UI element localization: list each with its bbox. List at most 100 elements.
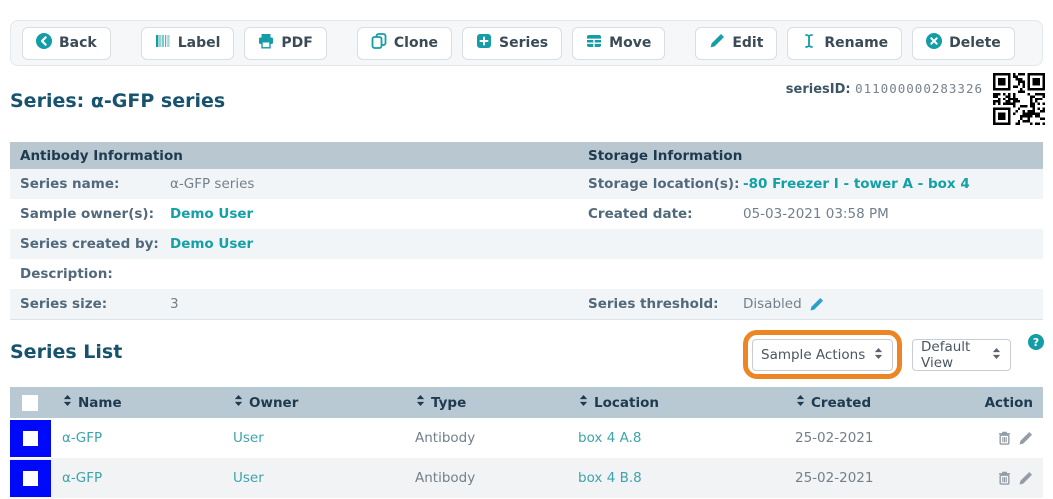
default-view-select[interactable]: Default View	[912, 339, 1011, 371]
clone-button-label: Clone	[394, 35, 438, 51]
trash-icon[interactable]	[997, 470, 1012, 486]
move-button[interactable]: Move	[572, 27, 665, 60]
info-row: Series created by: Demo User	[10, 229, 1043, 259]
sort-icon	[578, 394, 589, 411]
sample-type: Antibody	[408, 430, 571, 446]
column-header-action: Action	[978, 395, 1043, 411]
info-table: Antibody Information Storage Information…	[10, 142, 1043, 320]
rename-button-label: Rename	[824, 35, 888, 51]
sample-name-link[interactable]: α-GFP	[55, 430, 226, 446]
edit-button-label: Edit	[732, 35, 763, 51]
barcode-icon	[155, 33, 171, 53]
series-id-label: seriesID:	[786, 82, 851, 97]
created-date-value: 05-03-2021 03:58 PM	[743, 206, 889, 222]
rename-button[interactable]: Rename	[787, 27, 902, 60]
pdf-button-label: PDF	[281, 35, 312, 51]
series-id-value: 011000000283326	[855, 81, 983, 96]
plus-square-icon	[476, 33, 492, 53]
page-title: Series: α-GFP series	[10, 90, 225, 112]
table-icon	[586, 33, 602, 53]
column-header-owner[interactable]: Owner	[226, 394, 408, 411]
edit-row-icon[interactable]	[1018, 471, 1033, 486]
series-name-label: Series name:	[10, 176, 170, 192]
table-row: α-GFP User Antibody box 4 A.8 25-02-2021	[10, 418, 1043, 458]
info-table-header: Antibody Information Storage Information	[10, 142, 1043, 169]
sort-icon	[795, 394, 806, 411]
trash-icon[interactable]	[997, 430, 1012, 446]
label-button-label: Label	[178, 35, 221, 51]
sample-actions-select[interactable]: Sample Actions	[752, 339, 893, 371]
sample-created-date: 25-02-2021	[788, 430, 978, 446]
sample-name-link[interactable]: α-GFP	[55, 470, 226, 486]
back-button[interactable]: Back	[22, 27, 111, 60]
help-icon[interactable]: ?	[1028, 334, 1044, 350]
series-button-label: Series	[499, 35, 548, 51]
description-label: Description:	[10, 266, 170, 282]
row-checkbox[interactable]	[23, 471, 38, 486]
row-checkbox[interactable]	[23, 431, 38, 446]
series-button[interactable]: Series	[462, 27, 562, 60]
svg-text:?: ?	[1033, 336, 1039, 349]
clone-button[interactable]: Clone	[357, 27, 452, 60]
series-size-value: 3	[170, 296, 179, 312]
delete-button-label: Delete	[949, 35, 1001, 51]
column-header-location[interactable]: Location	[571, 394, 788, 411]
delete-button[interactable]: Delete	[912, 27, 1015, 60]
info-row: Series name: α-GFP series Storage locati…	[10, 169, 1043, 199]
pencil-icon	[709, 33, 725, 53]
move-button-label: Move	[609, 35, 651, 51]
select-all-checkbox[interactable]	[22, 395, 38, 411]
series-threshold-label: Series threshold:	[578, 296, 743, 312]
storage-location-link[interactable]: -80 Freezer I - tower A - box 4	[743, 176, 970, 192]
sample-owners-label: Sample owner(s):	[10, 206, 170, 222]
column-header-name[interactable]: Name	[55, 394, 226, 411]
sample-owner-link[interactable]: User	[226, 470, 408, 486]
column-header-created[interactable]: Created	[788, 394, 978, 411]
default-view-select-value: Default View	[921, 339, 991, 371]
sample-location-link[interactable]: box 4 A.8	[571, 430, 788, 446]
series-threshold-value: Disabled	[743, 296, 802, 312]
row-checkbox-highlight	[10, 460, 51, 497]
created-date-label: Created date:	[578, 206, 743, 222]
series-list-header-row: Name Owner Type Location Created Action	[10, 387, 1043, 418]
sample-owner-link[interactable]: User	[226, 430, 408, 446]
sort-icon	[233, 394, 244, 411]
updown-arrows-icon	[991, 347, 1002, 364]
storage-information-header: Storage Information	[578, 148, 1043, 164]
sort-icon	[62, 394, 73, 411]
sample-owner-link[interactable]: Demo User	[170, 206, 253, 222]
toolbar: Back Label PDF Clone Series Move Edit R	[10, 20, 1043, 66]
series-detail-page: Back Label PDF Clone Series Move Edit R	[0, 0, 1053, 499]
back-circle-icon	[36, 33, 52, 53]
row-checkbox-highlight	[10, 420, 51, 457]
label-button[interactable]: Label	[141, 27, 235, 60]
sample-actions-select-value: Sample Actions	[761, 347, 865, 363]
sample-created-date: 25-02-2021	[788, 470, 978, 486]
back-button-label: Back	[59, 35, 97, 51]
table-row: α-GFP User Antibody box 4 B.8 25-02-2021	[10, 458, 1043, 498]
pdf-button[interactable]: PDF	[244, 27, 326, 60]
clone-icon	[371, 33, 387, 53]
text-cursor-icon	[801, 33, 817, 53]
sort-icon	[415, 394, 426, 411]
edit-threshold-icon[interactable]	[809, 297, 824, 312]
series-created-by-label: Series created by:	[10, 236, 170, 252]
storage-locations-label: Storage location(s):	[578, 176, 743, 192]
sample-type: Antibody	[408, 470, 571, 486]
series-size-label: Series size:	[10, 296, 170, 312]
series-creator-link[interactable]: Demo User	[170, 236, 253, 252]
edit-button[interactable]: Edit	[695, 27, 777, 60]
series-name-value: α-GFP series	[170, 176, 254, 192]
column-header-type[interactable]: Type	[408, 394, 571, 411]
edit-row-icon[interactable]	[1018, 431, 1033, 446]
delete-circle-icon	[926, 33, 942, 53]
info-row: Series size: 3 Series threshold: Disable…	[10, 289, 1043, 319]
sample-location-link[interactable]: box 4 B.8	[571, 470, 788, 486]
info-row: Sample owner(s): Demo User Created date:…	[10, 199, 1043, 229]
antibody-information-header: Antibody Information	[10, 148, 578, 164]
series-list-title: Series List	[10, 341, 122, 363]
qr-code	[993, 73, 1045, 125]
series-id: seriesID: 011000000283326	[786, 81, 983, 97]
updown-arrows-icon	[873, 347, 884, 364]
series-list-table: Name Owner Type Location Created Action	[10, 387, 1043, 498]
